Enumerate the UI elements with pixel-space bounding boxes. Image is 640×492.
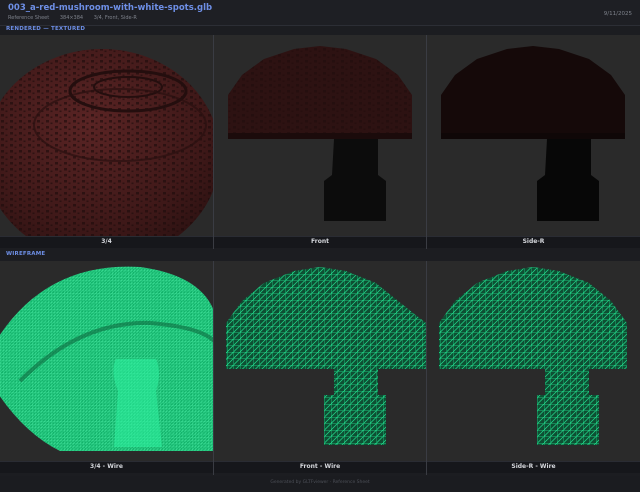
wire-view-front[interactable] [214,261,426,462]
caption-bar: Side-R - Wire [427,461,640,473]
caption-bar: Front - Wire [214,461,426,473]
caption-front-wire: Front - Wire [299,463,341,470]
mushroom-wire-side [439,267,627,445]
caption-side-right-wire: Side-R - Wire [511,463,556,470]
caption-bar: 3/4 [0,236,213,248]
mushroom-render-side [441,46,625,221]
panel-divider [426,35,427,249]
wire-view-three-quarter[interactable] [0,261,213,462]
subtitle-sheet-type: Reference Sheet [8,15,50,21]
file-title: 003_a-red-mushroom-with-white-spots.glb [8,3,213,13]
panel-divider [213,261,214,475]
footer-bar: Generated by GLTFviewer · Reference Shee… [0,476,640,492]
rendered-view-front[interactable] [214,35,426,237]
rendered-view-three-quarter[interactable] [0,35,213,237]
wireframe-section-label: WIREFRAME [6,251,46,257]
wire-view-side-right[interactable] [427,261,640,462]
mushroom-render-front [228,46,412,221]
mushroom-wire-3-4 [0,266,213,451]
caption-front: Front [311,238,329,245]
caption-side-right: Side-R [522,238,545,245]
rendered-section-label: RENDERED — TEXTURED [6,26,86,32]
caption-bar: 3/4 - Wire [0,461,213,473]
subtitle-views: 3/4, Front, Side-R [93,15,137,21]
panel-divider [426,261,427,475]
footer-text: Generated by GLTFviewer · Reference Shee… [270,480,370,485]
mushroom-render-3-4 [0,49,213,237]
rendered-view-side-right[interactable] [427,35,640,237]
caption-bar: Front [214,236,426,248]
date-label: 9/11/2025 [603,11,632,17]
header-bar: 003_a-red-mushroom-with-white-spots.glb … [0,0,640,26]
subtitle-row: Reference Sheet 384×384 3/4, Front, Side… [8,15,146,21]
caption-three-quarter-wire: 3/4 - Wire [90,463,123,470]
caption-three-quarter: 3/4 [101,238,112,245]
mushroom-wire-front [226,267,426,445]
panel-divider [213,35,214,249]
subtitle-resolution: 384×384 [59,15,84,21]
caption-bar: Side-R [427,236,640,248]
